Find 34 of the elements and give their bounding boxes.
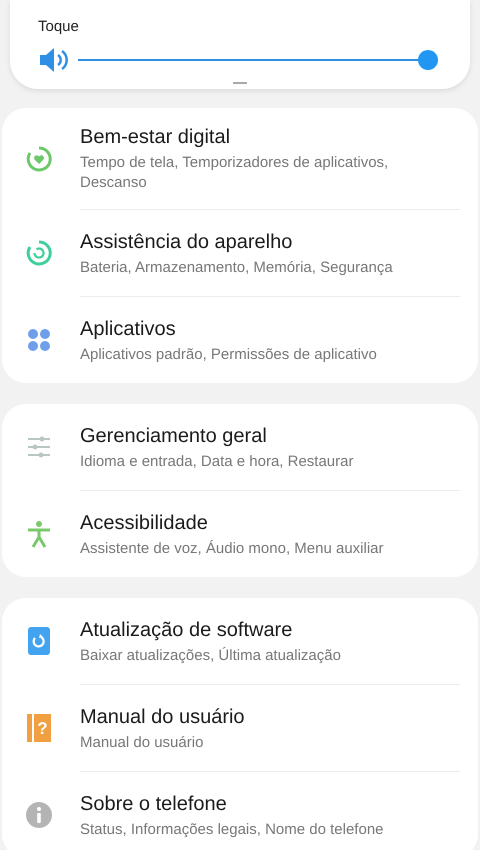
sliders-icon (27, 436, 51, 458)
item-subtitle: Tempo de tela, Temporizadores de aplicativos, Descanso (80, 153, 390, 193)
item-subtitle: Manual do usuário (80, 732, 204, 752)
refresh-ring-icon (25, 239, 53, 267)
settings-item[interactable]: Sobre o telefone Status, Informações legais, Nome do telefone (80, 771, 460, 850)
item-subtitle: Baixar atualizações, Última atualização (80, 646, 341, 666)
volume-slider[interactable] (78, 50, 438, 70)
settings-item[interactable]: Acessibilidade Assistente de voz, Áudio mono, Menu auxiliar (80, 490, 460, 577)
item-subtitle: Assistente de voz, Áudio mono, Menu auxiliar (80, 538, 384, 558)
item-title: Acessibilidade (80, 510, 209, 536)
heart-ring-icon (25, 144, 53, 172)
settings-item[interactable]: Assistência do aparelho Bateria, Armazenamento, Memória, Segurança (80, 209, 460, 296)
item-title: Manual do usuário (80, 704, 245, 730)
item-subtitle: Bateria, Armazenamento, Memória, Segurança (80, 258, 393, 278)
volume-label: Toque (38, 17, 80, 37)
settings-item[interactable]: Gerenciamento geral Idioma e entrada, Data e hora, Restaurar (22, 404, 458, 490)
item-title: Atualização de software (80, 618, 294, 642)
item-title: Gerenciamento geral (80, 424, 268, 448)
item-title: Sobre o telefone (80, 792, 228, 816)
drag-handle[interactable] (233, 82, 247, 84)
item-subtitle: Aplicativos padrão, Permissões de aplicativo (80, 344, 377, 364)
item-title: Assistência do aparelho (80, 230, 294, 254)
settings-item[interactable]: Atualização de software Baixar atualizações, Última atualização (22, 598, 458, 684)
apps-grid-icon (26, 327, 52, 353)
update-icon (28, 627, 50, 655)
item-title: Bem-estar digital (80, 125, 232, 150)
item-subtitle: Idioma e entrada, Data e hora, Restaurar (80, 452, 354, 472)
person-icon (27, 520, 51, 548)
settings-item[interactable]: Aplicativos Aplicativos padrão, Permissões de aplicativo (80, 296, 460, 383)
item-subtitle: Status, Informações legais, Nome do telefone (80, 820, 384, 840)
info-icon (26, 802, 52, 828)
speaker-icon (38, 46, 70, 72)
settings-item[interactable]: Bem-estar digital Tempo de tela, Temporizadores de aplicativos, Descanso (22, 108, 458, 209)
item-title: Aplicativos (80, 316, 177, 342)
